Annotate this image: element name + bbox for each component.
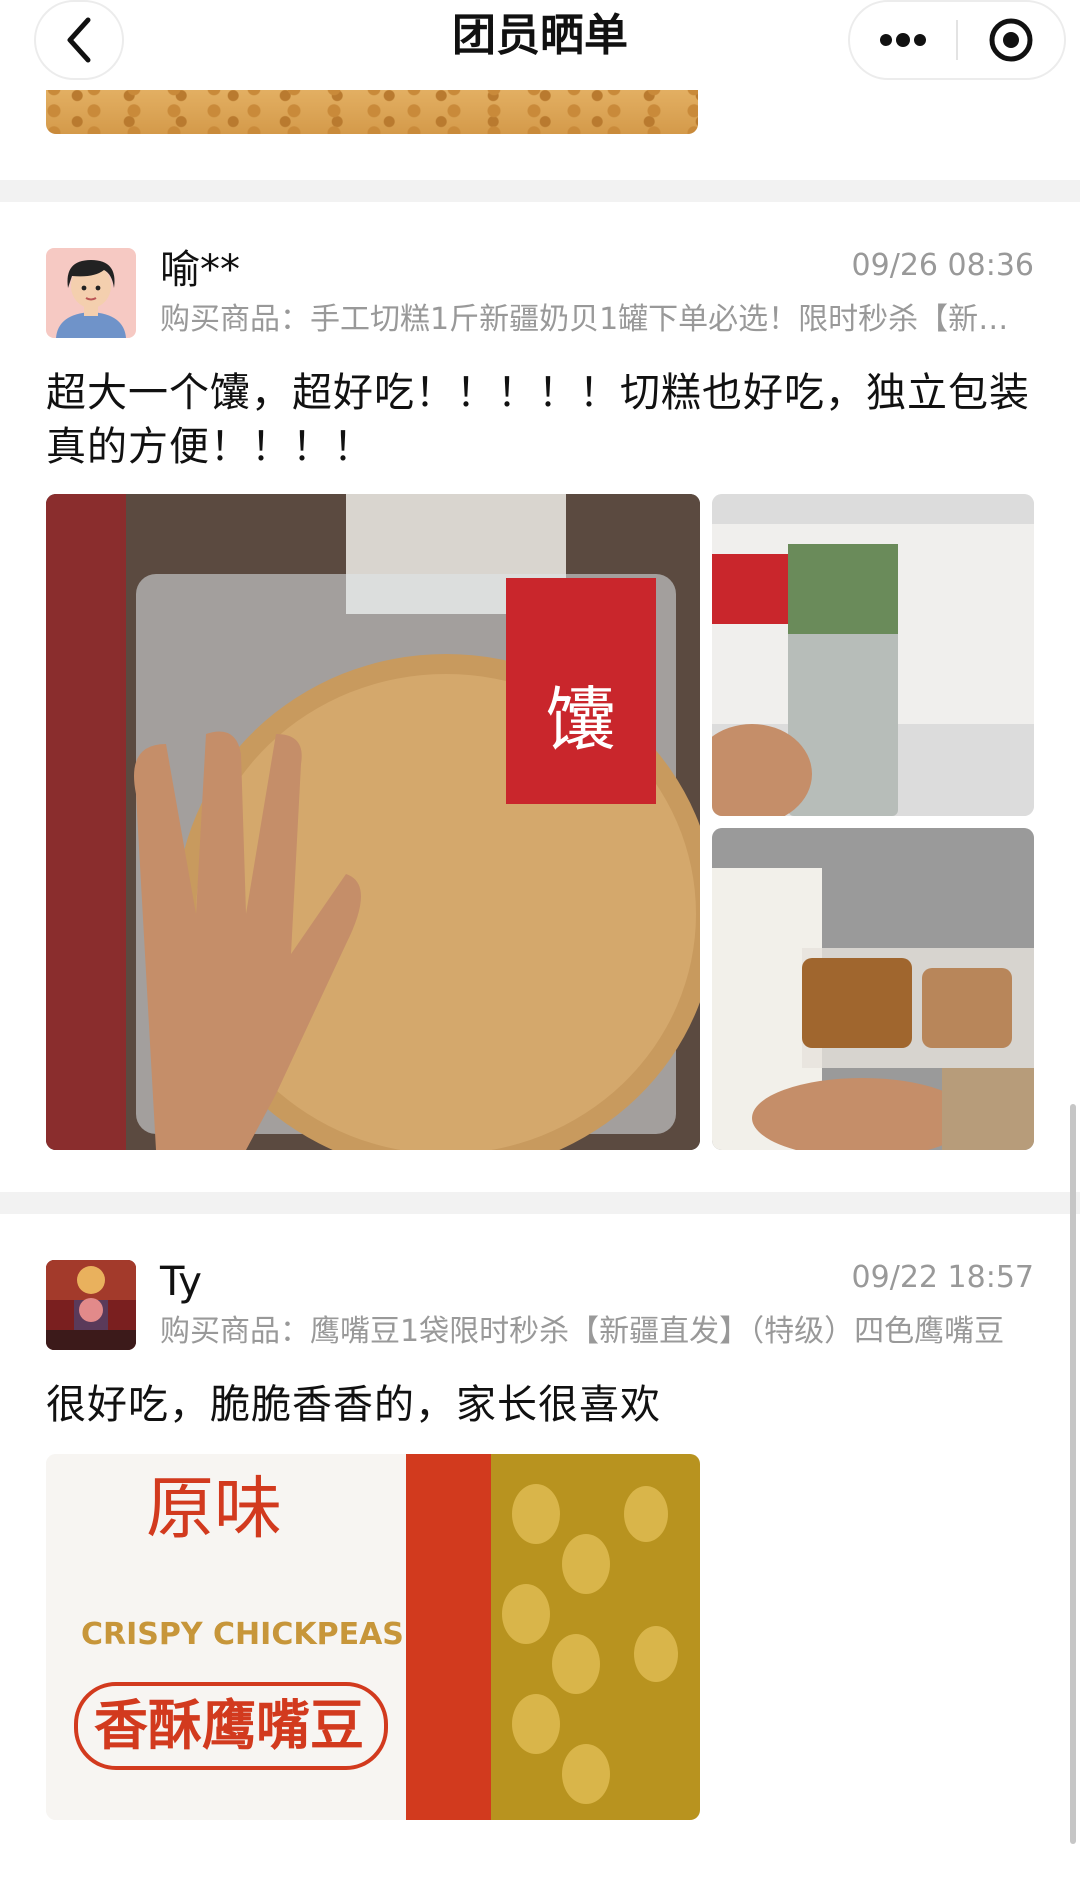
- purchased-product[interactable]: 购买商品：鹰嘴豆1袋限时秒杀【新疆直发】（特级）四色鹰嘴豆: [160, 1312, 1036, 1352]
- naan-bread-photo[interactable]: 馕: [46, 494, 700, 1150]
- section-divider: [0, 1192, 1080, 1214]
- section-divider: [0, 180, 1080, 202]
- nav-bar: 团员晒单: [0, 0, 1080, 90]
- avatar[interactable]: [46, 1260, 136, 1350]
- post-time: 09/26 08:36: [851, 248, 1034, 283]
- review-post: 喻** 09/26 08:36 购买商品：手工切糕1斤新疆奶贝1罐下单必选！限时…: [0, 202, 1080, 1192]
- post-time: 09/22 18:57: [851, 1260, 1034, 1295]
- close-mini-program-button[interactable]: [958, 2, 1064, 78]
- review-post: Ty 09/22 18:57 购买商品：鹰嘴豆1袋限时秒杀【新疆直发】（特级）四…: [0, 1214, 1080, 1891]
- chickpea-bag-photo[interactable]: 原味 CRISPY CHICKPEAS 香酥鹰嘴豆: [46, 1454, 700, 1820]
- username: Ty: [160, 1259, 202, 1305]
- photo-avatar-icon: [46, 1260, 136, 1350]
- review-text: 很好吃，脆脆香香的，家长很喜欢: [46, 1382, 661, 1428]
- naan-bread-illustration: 馕: [46, 494, 700, 1150]
- purchased-product[interactable]: 购买商品：手工切糕1斤新疆奶贝1罐下单必选！限时秒杀【新疆直发】: [160, 300, 1036, 340]
- mini-program-capsule: [848, 0, 1066, 80]
- more-button[interactable]: [850, 2, 956, 78]
- username: 喻**: [160, 247, 240, 293]
- target-circle-icon: [989, 18, 1033, 62]
- nut-bar-opened-photo[interactable]: [712, 828, 1034, 1150]
- review-text: 超大一个馕，超好吃！！！！！切糕也好吃，独立包装真的方便！！！！: [46, 370, 1030, 470]
- scrollbar[interactable]: [1070, 1104, 1076, 1844]
- chickpea-product-name: 香酥鹰嘴豆: [94, 1694, 364, 1757]
- chickpea-english-label: CRISPY CHICKPEAS: [81, 1617, 404, 1652]
- naan-package-label: 馕: [546, 679, 616, 761]
- nut-bar-opened-illustration: [712, 828, 1034, 1150]
- nut-bar-package-illustration: [712, 494, 1034, 816]
- cartoon-avatar-icon: [46, 248, 136, 338]
- avatar[interactable]: [46, 248, 136, 338]
- chickpea-bag-illustration: 原味 CRISPY CHICKPEAS 香酥鹰嘴豆: [46, 1454, 700, 1820]
- chickpea-flavor-label: 原味: [146, 1470, 282, 1549]
- nut-bar-package-photo[interactable]: [712, 494, 1034, 816]
- more-dots-icon: [880, 33, 926, 47]
